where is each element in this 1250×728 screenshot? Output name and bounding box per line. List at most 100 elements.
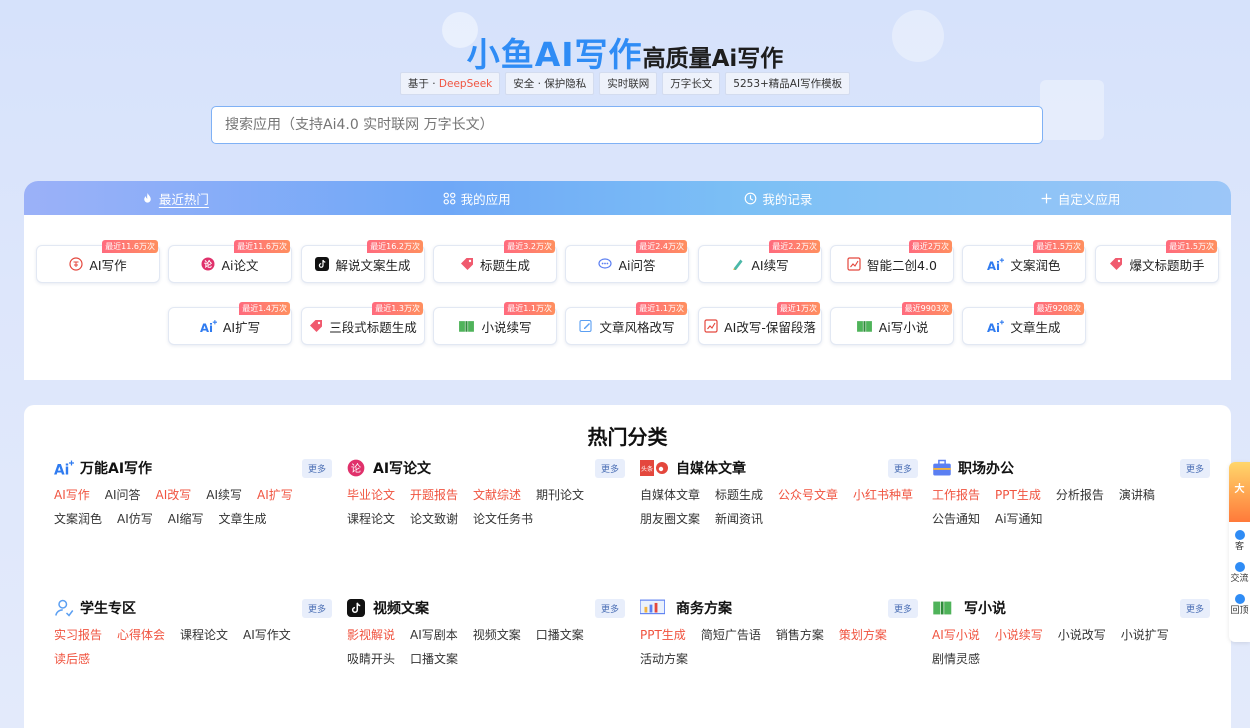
search-input[interactable] <box>211 106 1043 144</box>
category-link[interactable]: AI续写 <box>206 487 242 503</box>
category-link[interactable]: 标题生成 <box>715 487 763 503</box>
media-icon: 头条 <box>640 459 670 477</box>
more-button[interactable]: 更多 <box>887 598 918 618</box>
app-card-label: Ai问答 <box>618 257 656 273</box>
app-card[interactable]: 小说续写 最近1.1万次 <box>433 302 557 345</box>
brand-subtitle: 高质量Ai写作 <box>642 46 784 72</box>
app-card[interactable]: Ai写小说 最近9903次 <box>830 302 954 345</box>
app-card[interactable]: 智能二创4.0 最近2万次 <box>830 240 954 283</box>
app-card[interactable]: Ai 文章生成 最近9208次 <box>962 302 1086 345</box>
category-link[interactable]: 心得体会 <box>117 627 165 643</box>
svg-text:Ai: Ai <box>54 462 69 477</box>
category-link[interactable]: PPT生成 <box>995 487 1041 503</box>
category-link[interactable]: AI写小说 <box>932 627 980 643</box>
category-link[interactable]: 口播文案 <box>536 627 584 643</box>
category-link[interactable]: 论文任务书 <box>473 511 533 527</box>
category-link[interactable]: AI缩写 <box>168 511 204 527</box>
category-link[interactable]: 小红书种草 <box>853 487 913 503</box>
app-card-label: 文案润色 <box>1010 257 1061 273</box>
promo-banner[interactable]: 大 <box>1229 462 1250 522</box>
app-card[interactable]: 解说文案生成 最近16.2万次 <box>301 240 425 283</box>
category-link[interactable]: 活动方案 <box>640 651 688 667</box>
category-link[interactable]: 视频文案 <box>473 627 521 643</box>
category-link[interactable]: AI问答 <box>105 487 141 503</box>
category-link[interactable]: 实习报告 <box>54 627 102 643</box>
app-card[interactable]: AI续写 最近2.2万次 <box>698 240 822 283</box>
category-link[interactable]: AI扩写 <box>257 487 293 503</box>
category-link[interactable]: 新闻资讯 <box>715 511 763 527</box>
more-button[interactable]: 更多 <box>301 458 332 478</box>
app-card[interactable]: 爆文标题助手 最近1.5万次 <box>1095 240 1219 283</box>
more-button[interactable]: 更多 <box>594 458 625 478</box>
category-link[interactable]: AI写作文 <box>243 627 291 643</box>
category-link[interactable]: 课程论文 <box>347 511 395 527</box>
category-link[interactable]: 朋友圈文案 <box>640 511 700 527</box>
app-card[interactable]: Ai问答 最近2.4万次 <box>565 240 689 283</box>
category-header: 职场办公 更多 <box>932 457 1210 479</box>
app-card[interactable]: 三段式标题生成 最近1.3万次 <box>301 302 425 345</box>
category-link[interactable]: 读后感 <box>54 651 90 667</box>
category-link[interactable]: 文献综述 <box>473 487 521 503</box>
category-link[interactable]: 毕业论文 <box>347 487 395 503</box>
category-link[interactable]: 文案润色 <box>54 511 102 527</box>
category-link[interactable]: 论文致谢 <box>410 511 458 527</box>
category-link[interactable]: PPT生成 <box>640 627 686 643</box>
brand-name: 小鱼AI写作 <box>466 35 643 74</box>
app-card[interactable]: AI改写-保留段落 最近1万次 <box>698 302 822 345</box>
usage-count-badge: 最近11.6万次 <box>102 240 158 253</box>
category-name: 视频文案 <box>373 601 429 617</box>
app-card[interactable]: AI写作 最近11.6万次 <box>36 240 160 283</box>
tab-recent-hot[interactable]: 最近热门 <box>24 181 326 215</box>
more-button[interactable]: 更多 <box>301 598 332 618</box>
category-link[interactable]: 策划方案 <box>839 627 887 643</box>
category-link[interactable]: 公告通知 <box>932 511 980 527</box>
back-to-top-button[interactable]: 回顶 <box>1229 594 1250 618</box>
svg-text:Ai: Ai <box>200 320 213 333</box>
community-button[interactable]: 交流 <box>1229 562 1250 586</box>
category-link[interactable]: Ai写通知 <box>995 511 1043 527</box>
category-link[interactable]: AI写剧本 <box>410 627 458 643</box>
app-card[interactable]: 论 Ai论文 最近11.6万次 <box>168 240 292 283</box>
category-link[interactable]: AI仿写 <box>117 511 153 527</box>
tab-my-records[interactable]: 我的记录 <box>628 181 930 215</box>
write-circle-icon <box>69 257 83 271</box>
app-card-label: Ai论文 <box>221 257 259 273</box>
category-link[interactable]: 简短广告语 <box>701 627 761 643</box>
customer-service-button[interactable]: 客 <box>1229 530 1250 554</box>
category-link[interactable]: 小说续写 <box>995 627 1043 643</box>
app-card-label: 文章生成 <box>1010 319 1061 335</box>
more-button[interactable]: 更多 <box>1179 598 1210 618</box>
more-button[interactable]: 更多 <box>887 458 918 478</box>
app-card[interactable]: Ai 文案润色 最近1.5万次 <box>962 240 1086 283</box>
app-card[interactable]: Ai AI扩写 最近1.4万次 <box>168 302 292 345</box>
ai-sparkle-icon: Ai <box>54 459 74 477</box>
more-button[interactable]: 更多 <box>1179 458 1210 478</box>
app-card-label: 三段式标题生成 <box>329 319 417 335</box>
category-link[interactable]: 开题报告 <box>410 487 458 503</box>
category-link[interactable]: 销售方案 <box>776 627 824 643</box>
category-link[interactable]: 小说扩写 <box>1121 627 1169 643</box>
category-link[interactable]: 小说改写 <box>1058 627 1106 643</box>
category-link[interactable]: 公众号文章 <box>778 487 838 503</box>
category-link[interactable]: 自媒体文章 <box>640 487 700 503</box>
category-link[interactable]: 口播文案 <box>410 651 458 667</box>
category-link[interactable]: AI写作 <box>54 487 90 503</box>
category-link[interactable]: 期刊论文 <box>536 487 584 503</box>
category-link[interactable]: 课程论文 <box>180 627 228 643</box>
category-link[interactable]: 影视解说 <box>347 627 395 643</box>
category-link[interactable]: 剧情灵感 <box>932 651 980 667</box>
floating-sidebar: 大 客 交流 回顶 <box>1229 462 1250 642</box>
tab-my-apps[interactable]: 我的应用 <box>326 181 628 215</box>
app-card[interactable]: 标题生成 最近3.2万次 <box>433 240 557 283</box>
category-link[interactable]: 工作报告 <box>932 487 980 503</box>
category-block: 职场办公 更多工作报告 PPT生成 分析报告 演讲稿公告通知 Ai写通知 <box>932 457 1210 527</box>
category-link[interactable]: 分析报告 <box>1056 487 1104 503</box>
category-link[interactable]: 吸睛开头 <box>347 651 395 667</box>
category-link[interactable]: AI改写 <box>156 487 192 503</box>
category-link[interactable]: 文章生成 <box>219 511 267 527</box>
more-button[interactable]: 更多 <box>594 598 625 618</box>
tab-custom-app[interactable]: 自定义应用 <box>929 181 1231 215</box>
app-card[interactable]: 文章风格改写 最近1.1万次 <box>565 302 689 345</box>
category-link[interactable]: 演讲稿 <box>1119 487 1155 503</box>
category-items: 实习报告 心得体会 课程论文 AI写作文读后感 <box>54 627 332 667</box>
